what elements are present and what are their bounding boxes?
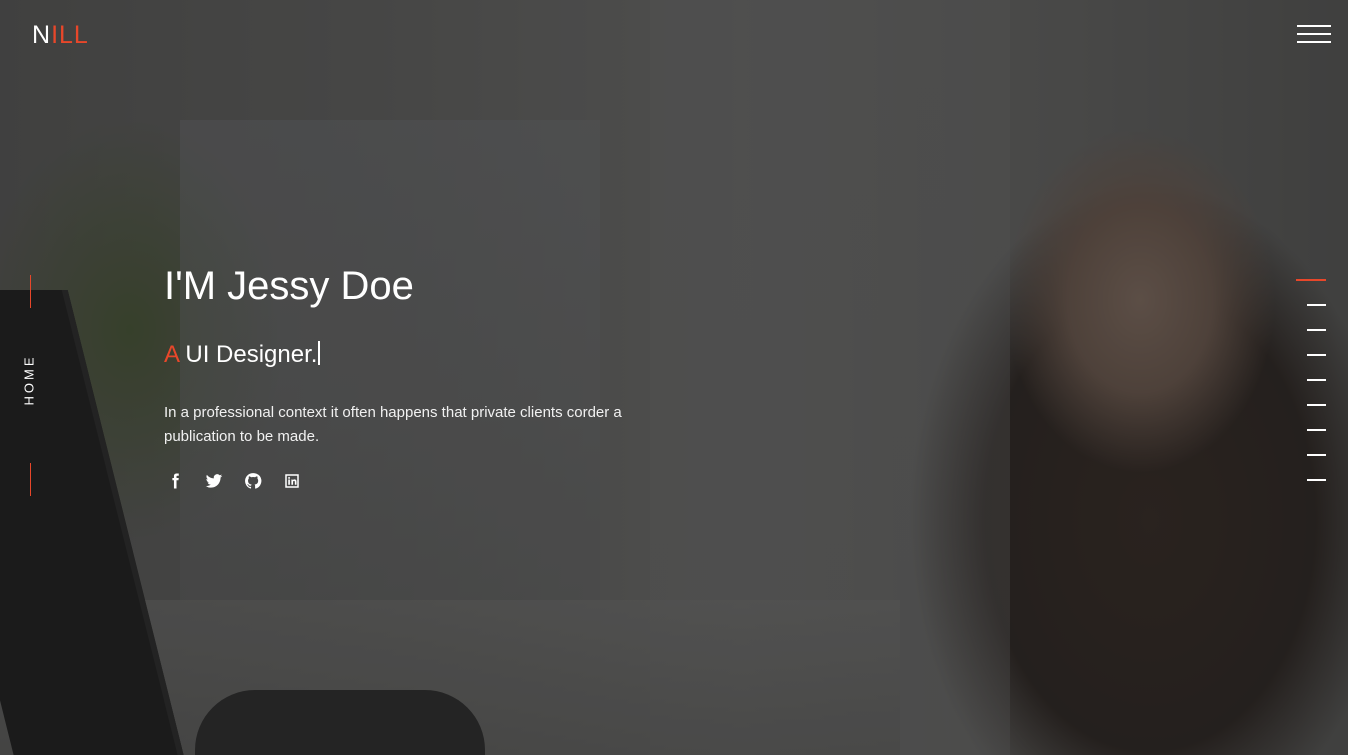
- facebook-icon[interactable]: [166, 472, 184, 490]
- hero-description: In a professional context it often happe…: [164, 404, 622, 445]
- subtitle-text: UI Designer.: [178, 341, 318, 368]
- section-label: HOME: [21, 354, 37, 406]
- page-dot[interactable]: [1307, 304, 1326, 306]
- page-dot[interactable]: [1307, 329, 1326, 331]
- page-dot-active[interactable]: [1296, 279, 1326, 281]
- page-dot[interactable]: [1307, 479, 1326, 481]
- logo-accent-letters: ILL: [51, 21, 89, 49]
- hero-title: I'M Jessy Doe: [164, 264, 414, 308]
- side-line-top: [30, 275, 31, 308]
- hamburger-icon[interactable]: [1297, 24, 1331, 44]
- page-dot[interactable]: [1307, 454, 1326, 456]
- twitter-icon[interactable]: [205, 472, 223, 490]
- page-dot[interactable]: [1307, 404, 1326, 406]
- social-links: [166, 472, 301, 490]
- typing-cursor: [318, 341, 321, 365]
- side-line-bottom: [30, 463, 31, 496]
- page-dot[interactable]: [1307, 354, 1326, 356]
- subtitle-accent: A: [164, 341, 179, 368]
- page-dot[interactable]: [1307, 379, 1326, 381]
- site-logo[interactable]: NILL: [32, 21, 89, 50]
- hero-subtitle: A UI Designer.: [164, 341, 321, 369]
- page-dot[interactable]: [1307, 429, 1326, 431]
- linkedin-icon[interactable]: [283, 472, 301, 490]
- dark-overlay: [0, 0, 1348, 755]
- logo-first-letter: N: [32, 21, 52, 49]
- github-icon[interactable]: [244, 472, 262, 490]
